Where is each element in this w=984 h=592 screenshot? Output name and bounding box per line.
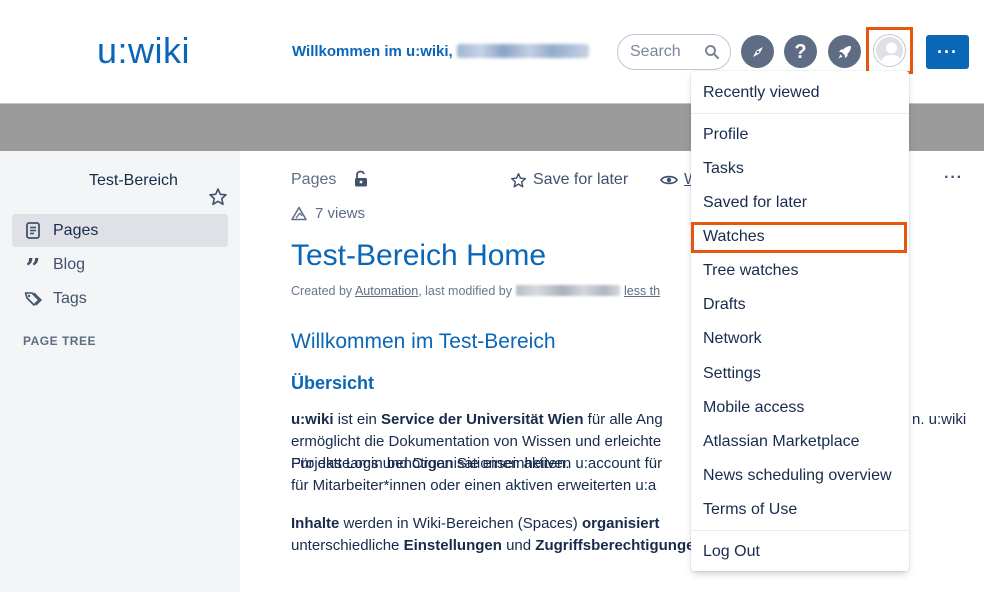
menu-item-drafts[interactable]: Drafts xyxy=(691,290,909,320)
space-sidebar: Test-Bereich Pages ” Blog Tags PAGE TREE xyxy=(0,151,240,592)
save-for-later-button[interactable]: Save for later xyxy=(510,171,628,189)
menu-item-mobile-access[interactable]: Mobile access xyxy=(691,393,909,423)
avatar-icon xyxy=(881,42,902,64)
text: für Mitarbeiter*innen oder einen aktiven… xyxy=(291,477,657,494)
text: ermöglicht die Dokumentation von Wissen … xyxy=(291,433,662,450)
page-tree-heading: PAGE TREE xyxy=(23,334,96,348)
bold-text: Zugriffsberechtigungen xyxy=(535,537,704,554)
bold-text: Einstellungen xyxy=(403,537,502,554)
search-icon[interactable] xyxy=(704,44,720,60)
sidebar-item-blog[interactable]: ” Blog xyxy=(12,248,228,284)
views-count: 7 views xyxy=(315,205,366,222)
menu-item-profile[interactable]: Profile xyxy=(691,120,909,150)
menu-item-recently-viewed[interactable]: Recently viewed xyxy=(691,78,909,108)
search-input[interactable] xyxy=(630,43,706,61)
more-menu-button[interactable]: ··· xyxy=(926,35,969,69)
paragraph-fragment: n. u:wiki xyxy=(912,411,967,428)
page-title: Test-Bereich Home xyxy=(291,239,547,272)
menu-item-terms-of-use[interactable]: Terms of Use xyxy=(691,495,909,525)
tag-icon xyxy=(24,290,42,308)
search-box[interactable] xyxy=(617,34,731,70)
byline-created-by: Created by xyxy=(291,284,353,298)
favourite-star-icon[interactable] xyxy=(208,187,228,207)
help-button[interactable]: ? xyxy=(784,35,817,68)
section-heading: Willkommen im Test-Bereich xyxy=(291,330,556,353)
menu-item-settings[interactable]: Settings xyxy=(691,359,909,389)
pages-icon xyxy=(24,222,42,240)
bold-text: Inhalte xyxy=(291,515,340,532)
menu-separator xyxy=(691,113,909,114)
page-views[interactable]: 7 views xyxy=(291,205,365,222)
menu-item-network[interactable]: Network xyxy=(691,324,909,354)
text: für alle Ang xyxy=(583,411,663,428)
quote-icon: ” xyxy=(25,253,41,284)
modified-time-link[interactable]: less th xyxy=(624,284,660,298)
bold-text: u:wiki xyxy=(291,411,334,428)
welcome-text: Willkommen im u:wiki, xyxy=(292,43,453,60)
page-more-actions-button[interactable]: ··· xyxy=(944,169,963,187)
author-link[interactable]: Automation xyxy=(355,284,418,298)
welcome-message: Willkommen im u:wiki, xyxy=(292,43,589,60)
sidebar-item-pages[interactable]: Pages xyxy=(12,214,228,247)
page-byline: Created by Automation, last modified by l… xyxy=(291,284,660,298)
whats-new-button[interactable] xyxy=(828,35,861,68)
rocket-icon xyxy=(838,45,851,58)
bold-text: Service der Universität Wien xyxy=(381,411,584,428)
sidebar-item-label: Pages xyxy=(53,221,99,239)
avatar[interactable] xyxy=(874,35,905,66)
menu-item-saved-for-later[interactable]: Saved for later xyxy=(691,188,909,218)
star-icon xyxy=(510,172,527,187)
redacted-modifier xyxy=(515,285,620,296)
uwiki-logo[interactable]: u:wiki xyxy=(97,30,190,72)
byline-modified-by: , last modified by xyxy=(418,284,512,298)
text: ist ein xyxy=(333,411,382,428)
sidebar-item-label: Blog xyxy=(53,255,86,273)
text: werden in Wiki-Bereichen (Spaces) xyxy=(339,515,582,532)
text: und xyxy=(501,537,536,554)
sidebar-item-tags[interactable]: Tags xyxy=(12,282,228,315)
menu-item-news-scheduling-overview[interactable]: News scheduling overview xyxy=(691,461,909,491)
compass-icon xyxy=(752,46,763,57)
section-subheading: Übersicht xyxy=(291,373,375,393)
menu-item-atlassian-marketplace[interactable]: Atlassian Marketplace xyxy=(691,427,909,457)
analytics-icon xyxy=(291,206,307,221)
menu-item-tasks[interactable]: Tasks xyxy=(691,154,909,184)
watches-highlight-box xyxy=(691,222,907,253)
user-menu-dropdown: Recently viewed Profile Tasks Saved for lat… xyxy=(691,71,909,571)
menu-separator xyxy=(691,530,909,531)
discover-button[interactable] xyxy=(741,35,774,68)
space-name[interactable]: Test-Bereich xyxy=(89,172,178,190)
user-menu-button-highlight[interactable] xyxy=(866,27,913,74)
help-icon: ? xyxy=(794,40,807,63)
menu-item-tree-watches[interactable]: Tree watches xyxy=(691,256,909,286)
eye-icon xyxy=(660,175,678,185)
text: Für das Login benötigen Sie einen aktive… xyxy=(291,455,663,472)
sidebar-item-label: Tags xyxy=(53,289,87,307)
save-for-later-label: Save for later xyxy=(533,171,629,188)
unlock-icon[interactable] xyxy=(353,170,369,188)
breadcrumb[interactable]: Pages xyxy=(291,171,336,189)
menu-item-log-out[interactable]: Log Out xyxy=(691,537,909,567)
text: unterschiedliche xyxy=(291,537,404,554)
redacted-username xyxy=(456,44,589,58)
bold-text: organisiert xyxy=(581,515,660,532)
